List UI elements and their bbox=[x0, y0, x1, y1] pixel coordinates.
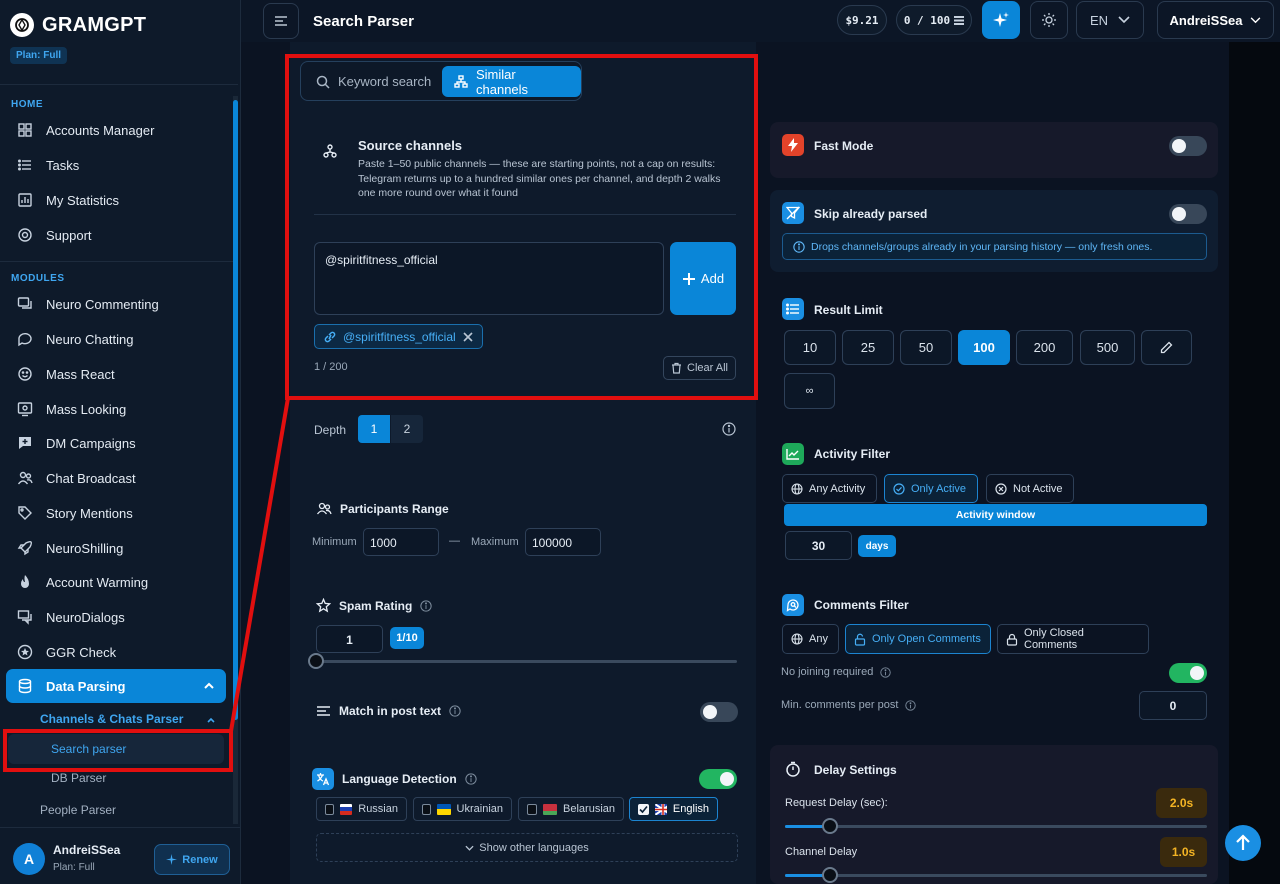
highlight-connector bbox=[229, 397, 290, 732]
